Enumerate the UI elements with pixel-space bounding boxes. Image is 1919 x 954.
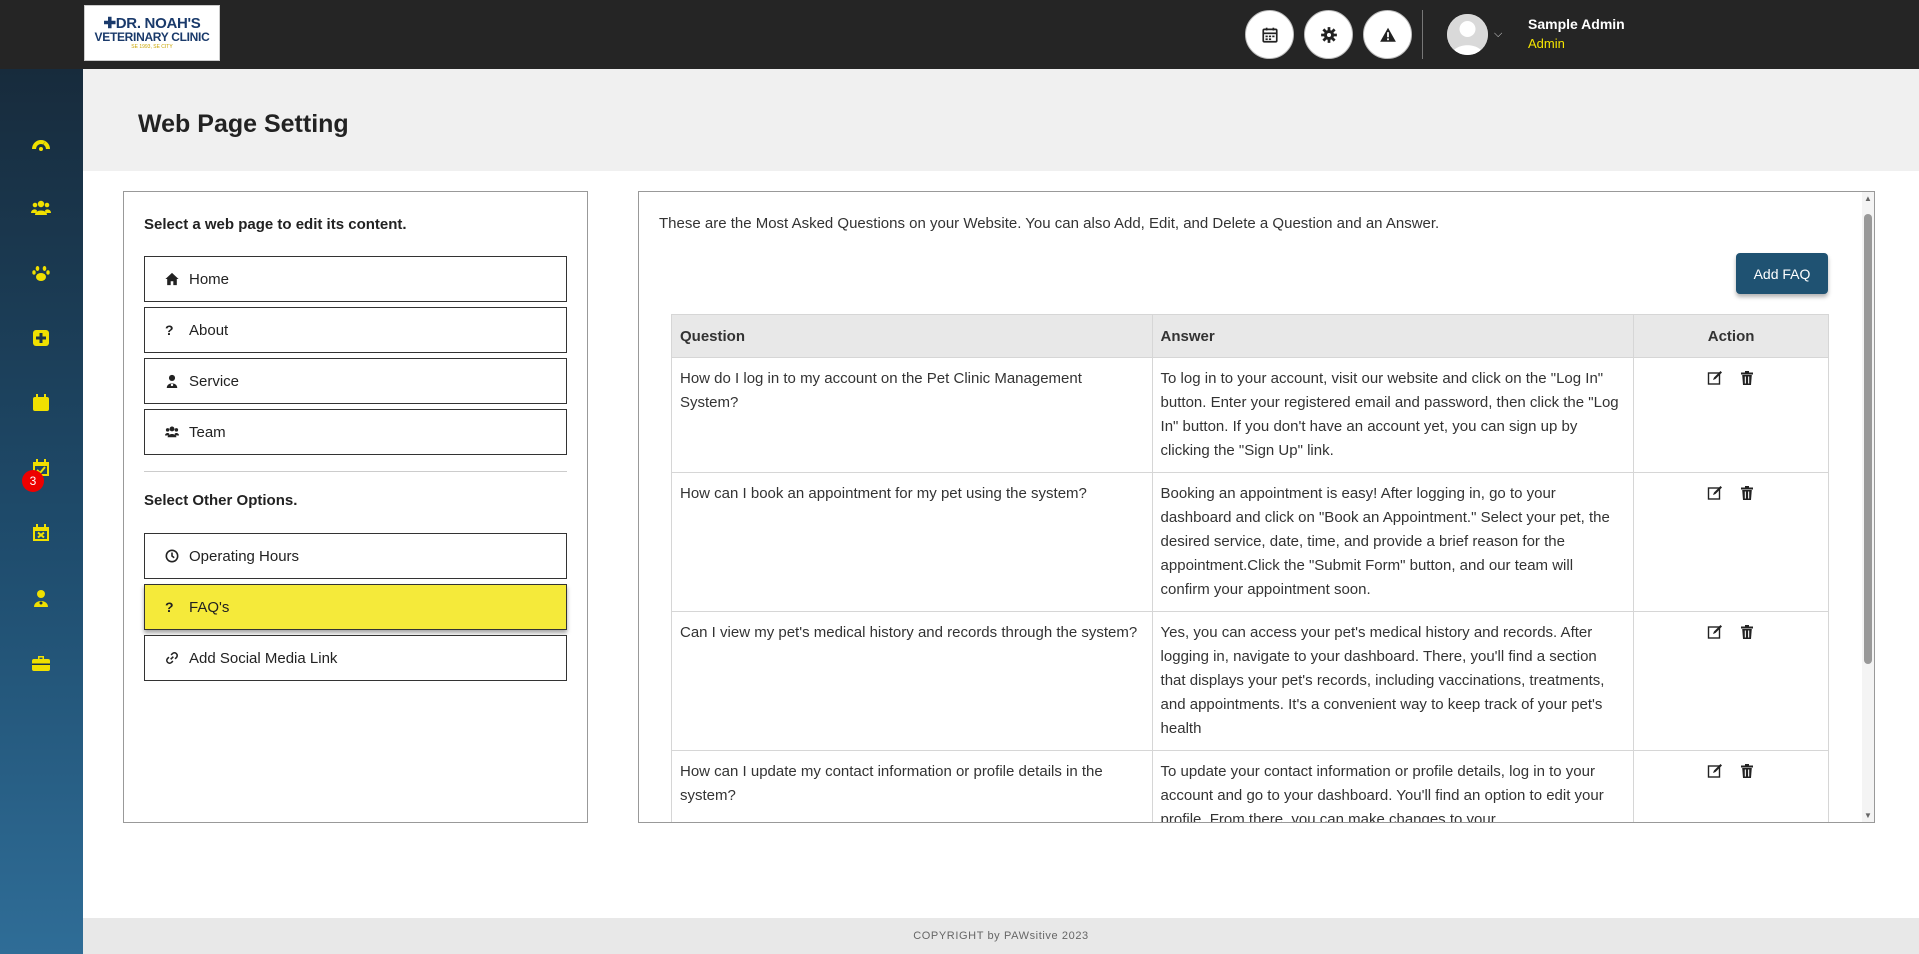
users-icon <box>165 426 179 438</box>
page-option-service[interactable]: Service <box>144 358 567 404</box>
calendar-icon <box>1261 27 1278 43</box>
edit-icon[interactable] <box>1707 624 1723 640</box>
option-label: FAQ's <box>189 598 230 616</box>
sidebar-item-staff[interactable] <box>28 585 54 611</box>
option-label: Add Social Media Link <box>189 649 338 667</box>
other-options-heading: Select Other Options. <box>144 492 298 509</box>
column-header-question: Question <box>671 314 1153 358</box>
sidebar-item-dashboard[interactable] <box>28 131 54 157</box>
faq-question: How do I log in to my account on the Pet… <box>671 357 1153 473</box>
calendar-icon <box>33 394 49 411</box>
row-actions <box>1633 472 1829 612</box>
trash-icon[interactable] <box>1739 370 1755 386</box>
page-option-team[interactable]: Team <box>144 409 567 455</box>
option-add-social-media-link[interactable]: Add Social Media Link <box>144 635 567 681</box>
calendar-x-icon <box>33 524 49 541</box>
copyright-text: COPYRIGHT by PAWsitive 2023 <box>913 930 1089 942</box>
chevron-down-icon[interactable]: ⌵ <box>1494 28 1502 41</box>
faq-answer: Yes, you can access your pet's medical h… <box>1151 611 1635 751</box>
trash-icon[interactable] <box>1739 485 1755 501</box>
page-selector-panel: Select a web page to edit its content. H… <box>123 191 588 823</box>
table-row: Can I view my pet's medical history and … <box>671 611 1829 751</box>
avatar[interactable] <box>1447 14 1488 55</box>
sidebar-item-cancelled[interactable] <box>28 520 54 546</box>
paw-icon <box>32 266 50 281</box>
users-icon <box>31 200 51 215</box>
alert-button[interactable] <box>1363 10 1412 59</box>
faq-question: How can I update my contact information … <box>671 750 1153 822</box>
scroll-down-arrow[interactable]: ▼ <box>1864 811 1872 820</box>
footer: COPYRIGHT by PAWsitive 2023 <box>83 918 1919 954</box>
logo-line-1: ✚DR. NOAH'S <box>103 14 201 32</box>
user-avatar-icon <box>1447 14 1488 55</box>
page-option-label: Team <box>189 423 226 441</box>
page-option-label: About <box>189 321 229 339</box>
row-actions <box>1633 611 1829 751</box>
user-role: Admin <box>1528 36 1565 51</box>
clock-icon <box>165 549 179 563</box>
calendar-button[interactable] <box>1245 10 1294 59</box>
medical-plus-icon <box>33 330 49 346</box>
link-icon <box>166 652 178 664</box>
scrollbar-thumb[interactable] <box>1864 214 1872 664</box>
faq-answer: To log in to your account, visit our web… <box>1151 357 1635 473</box>
sidebar-item-pets[interactable] <box>28 260 54 286</box>
faq-answer: To update your contact information or pr… <box>1151 750 1635 822</box>
edit-icon[interactable] <box>1707 370 1723 386</box>
question-icon: ? <box>165 599 174 615</box>
faq-intro-text: These are the Most Asked Questions on yo… <box>659 215 1440 232</box>
sidebar: 3 <box>0 69 83 954</box>
table-row: How can I update my contact information … <box>671 750 1829 822</box>
settings-button[interactable] <box>1304 10 1353 59</box>
divider <box>144 471 567 472</box>
option-operating-hours[interactable]: Operating Hours <box>144 533 567 579</box>
logo-line-2: VETERINARY CLINIC <box>94 29 210 44</box>
faq-question: Can I view my pet's medical history and … <box>671 611 1153 751</box>
sidebar-item-users[interactable] <box>28 195 54 221</box>
gear-icon <box>1320 26 1337 43</box>
briefcase-icon <box>32 656 50 671</box>
option-faqs[interactable]: ? FAQ's <box>144 584 567 630</box>
edit-icon[interactable] <box>1707 485 1723 501</box>
page-option-home[interactable]: Home <box>144 256 567 302</box>
faq-question: How can I book an appointment for my pet… <box>671 472 1153 612</box>
faq-table: Question Answer Action How do I log in t… <box>671 314 1829 822</box>
sidebar-item-appointments[interactable] <box>28 390 54 416</box>
sidebar-item-medical[interactable] <box>28 325 54 351</box>
edit-icon[interactable] <box>1707 763 1723 779</box>
page-option-label: Home <box>189 270 230 288</box>
user-doctor-icon <box>166 374 178 388</box>
top-bar: ✚DR. NOAH'S VETERINARY CLINIC SE 1993, S… <box>0 0 1919 69</box>
user-name: Sample Admin <box>1528 16 1625 32</box>
page-title: Web Page Setting <box>138 110 349 138</box>
warning-icon <box>1379 27 1396 42</box>
column-header-answer: Answer <box>1151 314 1635 358</box>
gauge-icon <box>32 140 50 151</box>
clinic-logo[interactable]: ✚DR. NOAH'S VETERINARY CLINIC SE 1993, S… <box>84 5 220 61</box>
faq-panel: These are the Most Asked Questions on yo… <box>638 191 1875 823</box>
question-icon: ? <box>165 322 174 338</box>
row-actions <box>1633 357 1829 473</box>
scroll-up-arrow[interactable]: ▲ <box>1864 194 1872 203</box>
option-label: Operating Hours <box>189 547 300 565</box>
page-selector-heading: Select a web page to edit its content. <box>144 216 407 233</box>
logo-line-3: SE 1993, SE CITY <box>131 43 173 50</box>
trash-icon[interactable] <box>1739 624 1755 640</box>
faq-answer: Booking an appointment is easy! After lo… <box>1151 472 1635 612</box>
trash-icon[interactable] <box>1739 763 1755 779</box>
table-header-row: Question Answer Action <box>671 314 1829 358</box>
page-option-about[interactable]: ? About <box>144 307 567 353</box>
page-option-label: Service <box>189 372 240 390</box>
column-header-action: Action <box>1633 314 1829 358</box>
page-header: Web Page Setting <box>83 69 1919 171</box>
sidebar-item-services[interactable] <box>28 650 54 676</box>
notification-badge: 3 <box>22 470 44 492</box>
table-row: How do I log in to my account on the Pet… <box>671 357 1829 473</box>
topbar-divider <box>1422 10 1423 59</box>
table-row: How can I book an appointment for my pet… <box>671 472 1829 612</box>
user-doctor-icon <box>34 590 48 607</box>
home-icon <box>165 272 179 286</box>
row-actions <box>1633 750 1829 822</box>
add-faq-button[interactable]: Add FAQ <box>1736 253 1828 294</box>
